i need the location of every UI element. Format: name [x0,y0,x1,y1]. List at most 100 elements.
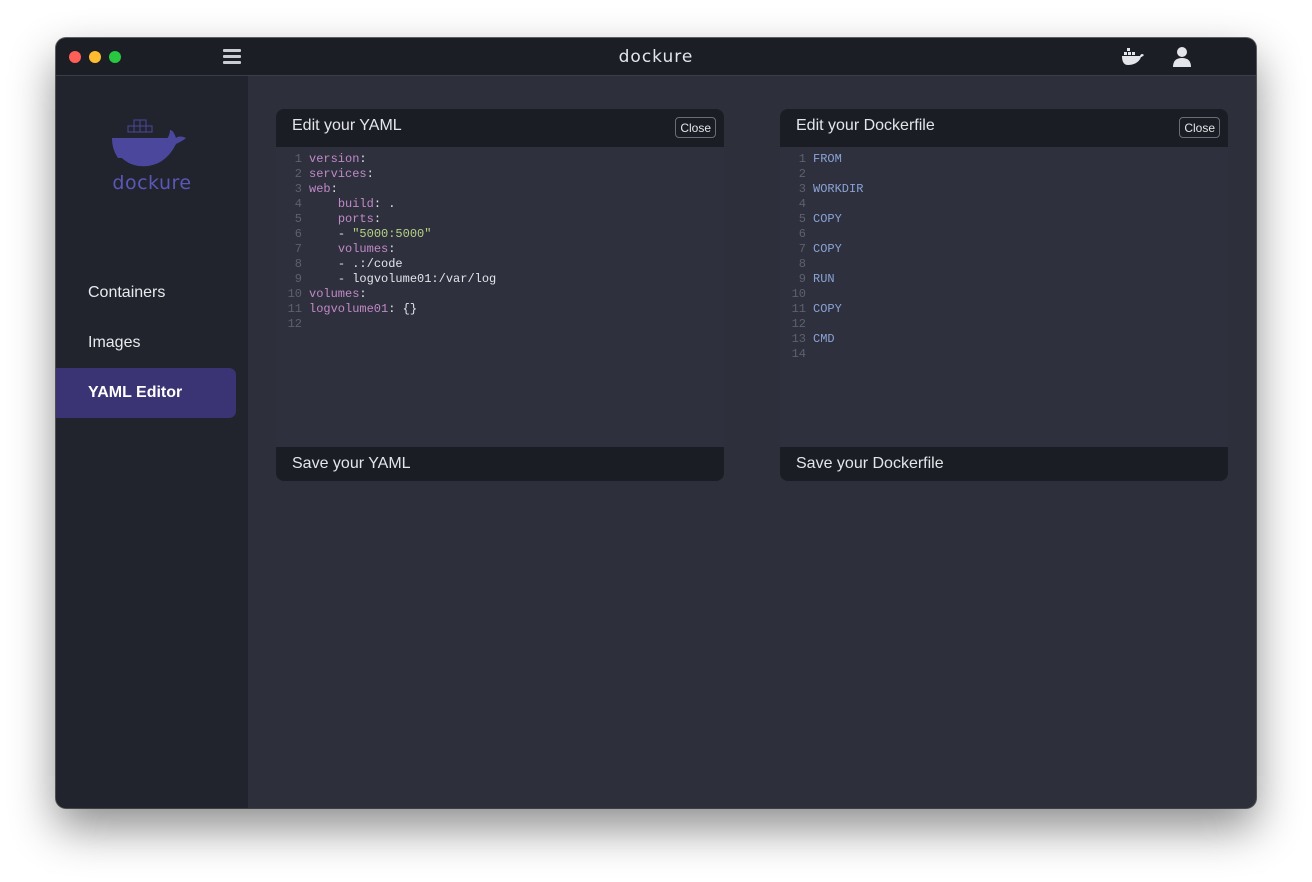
yaml-separator: : [330,182,338,196]
yaml-panel-title: Edit your YAML [292,117,402,134]
line-number: 12 [287,317,302,331]
line-number: 5 [798,212,806,226]
dockerfile-code-line: 3 WORKDIR [780,182,1228,197]
yaml-code-line: 3 web: [276,182,724,197]
yaml-value: logvolume01:/var/log [352,272,497,286]
line-number: 11 [287,302,302,316]
yaml-separator: - [337,227,353,241]
dockerfile-code-line: 9 RUN [780,272,1228,287]
sidebar-item-yaml-editor[interactable]: YAML Editor [56,368,236,418]
line-number: 10 [287,287,302,301]
yaml-code-line: 12 [276,317,724,332]
line-number: 7 [294,242,302,256]
line-number: 2 [294,167,302,181]
dockerfile-panel-header: Edit your Dockerfile Close [780,109,1228,147]
dockerfile-code-line: 2 [780,167,1228,182]
sidebar-item-images[interactable]: Images [56,318,236,368]
yaml-code-line: 10 volumes: [276,287,724,302]
yaml-code-line: 2 services: [276,167,724,182]
line-number: 1 [798,152,806,166]
dockerfile-code-line: 5 COPY [780,212,1228,227]
save-dockerfile-button[interactable]: Save your Dockerfile [780,447,1228,481]
yaml-value: . [388,197,396,211]
yaml-code-line: 11 logvolume01: {} [276,302,724,317]
yaml-close-button[interactable]: Close [675,117,716,138]
dockerfile-code-line: 13 CMD [780,332,1228,347]
line-number: 4 [294,197,302,211]
yaml-value: {} [402,302,418,316]
dockerfile-keyword: COPY [813,242,842,256]
yaml-key: web [309,182,331,196]
dockerfile-keyword: CMD [813,332,835,346]
yaml-key: services [309,167,367,181]
yaml-separator: : [373,197,389,211]
yaml-code-line: 6 - "5000:5000" [276,227,724,242]
line-number: 7 [798,242,806,256]
dockerfile-keyword: FROM [813,152,842,166]
yaml-code-line: 8 - .:/code [276,257,724,272]
save-yaml-button[interactable]: Save your YAML [276,447,724,481]
dockerfile-code-line: 12 [780,317,1228,332]
line-number: 14 [791,347,806,361]
yaml-editor-panel: Edit your YAML Close 1 version: 2 services:… [276,109,724,481]
dockerfile-code-line: 6 [780,227,1228,242]
line-number: 9 [294,272,302,286]
line-number: 8 [798,257,806,271]
yaml-code-line: 4 build: . [276,197,724,212]
yaml-string: "5000:5000" [352,227,432,241]
line-number: 3 [798,182,806,196]
dockerfile-code-line: 11 COPY [780,302,1228,317]
dockerfile-keyword: COPY [813,302,842,316]
dockerfile-editor-panel: Edit your Dockerfile Close 1 FROM 2 3 WORKDI… [780,109,1228,481]
line-number: 10 [791,287,806,301]
dockure-logo-icon [112,119,186,167]
yaml-separator: : [373,212,382,226]
yaml-separator: - [337,257,353,271]
yaml-key: logvolume01 [309,302,389,316]
line-number: 12 [791,317,806,331]
yaml-key: version [309,152,360,166]
docker-whale-icon[interactable] [1120,46,1146,73]
yaml-panel-header: Edit your YAML Close [276,109,724,147]
yaml-code-line: 7 volumes: [276,242,724,257]
sidebar-item-containers[interactable]: Containers [56,268,236,318]
line-number: 13 [791,332,806,346]
yaml-key: ports [337,212,374,226]
yaml-key: build [337,197,374,211]
line-number: 11 [791,302,806,316]
yaml-key: volumes [337,242,389,256]
line-number: 1 [294,152,302,166]
dockerfile-code-line: 1 FROM [780,152,1228,167]
line-number: 4 [798,197,806,211]
dockerfile-code-line: 14 [780,347,1228,362]
dockerfile-close-button[interactable]: Close [1179,117,1220,138]
yaml-code-editor[interactable]: 1 version: 2 services: 3 web: 4 build: .5 port… [276,147,724,447]
yaml-separator: : [359,287,367,301]
yaml-code-line: 1 version: [276,152,724,167]
app-title: dockure [618,47,694,67]
save-dockerfile-label: Save your Dockerfile [796,455,944,472]
line-number: 5 [294,212,302,226]
dockerfile-code-line: 7 COPY [780,242,1228,257]
dockerfile-code-line: 8 [780,257,1228,272]
user-icon[interactable] [1172,46,1192,73]
dockerfile-code-editor[interactable]: 1 FROM 2 3 WORKDIR 4 5 COPY 6 7 COPY 8 9 RUN 10 11 COPY 1… [780,147,1228,447]
yaml-separator: : [388,242,396,256]
yaml-separator: : [359,152,367,166]
yaml-separator: : [388,302,403,316]
line-number: 6 [798,227,806,241]
line-number: 9 [798,272,806,286]
line-number: 3 [294,182,302,196]
dockerfile-keyword: COPY [813,212,842,226]
logo-text: dockure [112,172,192,194]
dockerfile-keyword: RUN [813,272,835,286]
save-yaml-label: Save your YAML [292,455,411,472]
dockerfile-panel-title: Edit your Dockerfile [796,117,935,134]
title-bar: dockure [56,38,1256,76]
dockerfile-code-line: 4 [780,197,1228,212]
sidebar: dockure Containers Images YAML Editor [56,76,248,808]
